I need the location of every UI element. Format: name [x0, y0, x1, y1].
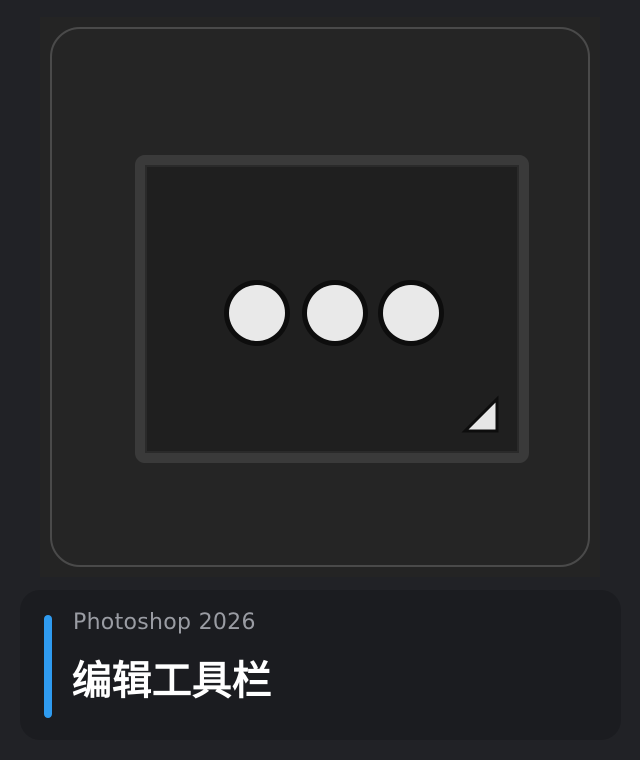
app-name: Photoshop 2026 [73, 610, 256, 635]
dot-1 [229, 285, 285, 341]
more-dots-icon [229, 283, 449, 343]
tool-card: Photoshop 2026 编辑工具栏 [0, 0, 640, 760]
tool-name: 编辑工具栏 [72, 658, 272, 704]
caption-card: Photoshop 2026 编辑工具栏 [20, 590, 621, 740]
icon-preview-panel [40, 17, 600, 577]
edit-toolbar-icon [135, 155, 529, 463]
icon-frame [50, 27, 590, 567]
accent-bar [44, 615, 52, 718]
dot-2 [307, 285, 363, 341]
dot-3 [383, 285, 439, 341]
flyout-triangle-icon [461, 395, 499, 433]
